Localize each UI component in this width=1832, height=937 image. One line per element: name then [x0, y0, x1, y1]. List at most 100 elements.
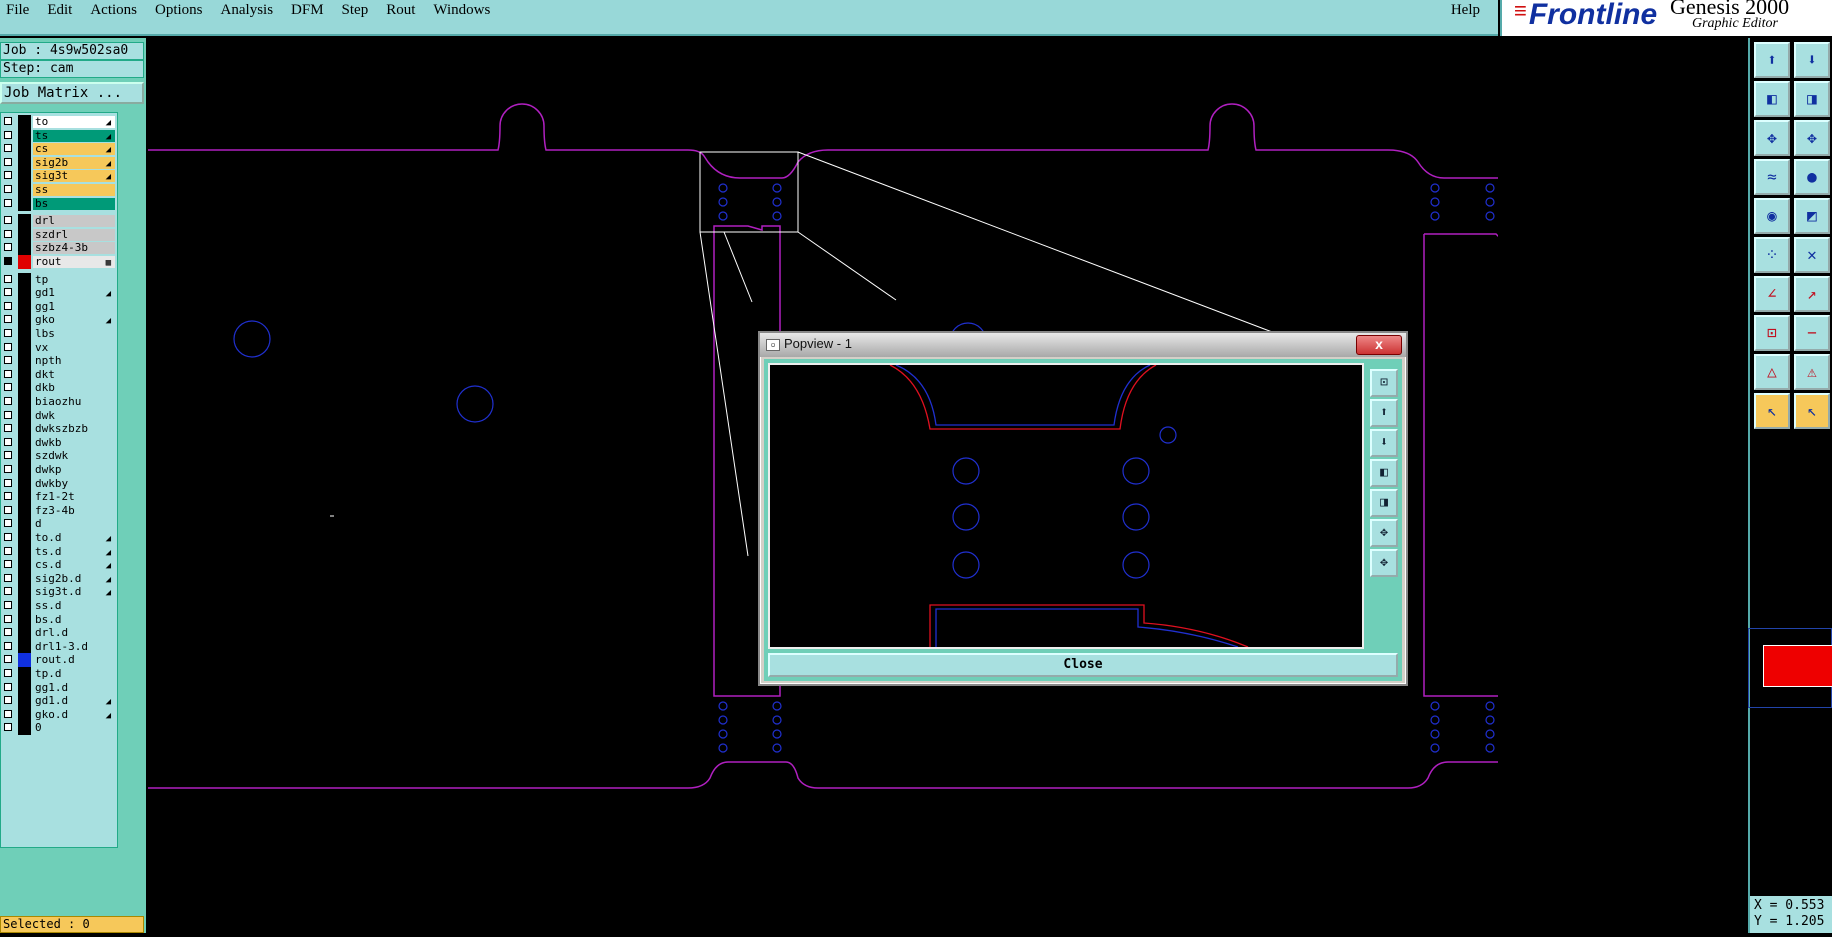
layer-row[interactable]: cs ◢	[1, 142, 119, 157]
layer-checkbox[interactable]	[4, 465, 12, 473]
layer-name[interactable]: vx	[33, 341, 115, 354]
layer-name[interactable]: fz3-4b	[33, 504, 115, 517]
measure-button[interactable]: ◩	[1794, 198, 1830, 234]
layer-checkbox[interactable]	[4, 573, 12, 582]
layer-row[interactable]: dkt	[1, 367, 119, 382]
layer-row[interactable]: lbs	[1, 327, 119, 341]
layer-checkbox[interactable]	[4, 274, 12, 283]
layer-color-swatch[interactable]	[18, 395, 31, 409]
layer-color-swatch[interactable]	[18, 571, 31, 586]
layer-color-swatch[interactable]	[18, 490, 31, 505]
layer-name[interactable]: sig2b.d ◢	[33, 572, 115, 585]
layer-name[interactable]: cs ◢	[33, 143, 115, 156]
layer-row[interactable]: gd1.d ◢	[1, 694, 119, 709]
layer-name[interactable]: npth	[33, 355, 115, 368]
layer-checkbox[interactable]	[4, 229, 12, 238]
layer-row[interactable]: dwk	[1, 408, 119, 423]
layer-row[interactable]: 0	[1, 721, 119, 736]
layer-row[interactable]: drl.d	[1, 626, 119, 641]
snap-button[interactable]: ◉	[1754, 198, 1790, 234]
popview-titlebar[interactable]: ▫ Popview - 1 x	[760, 333, 1406, 357]
pan-left-button[interactable]: ◧	[1754, 81, 1790, 117]
layer-checkbox[interactable]	[4, 315, 12, 324]
layer-checkbox[interactable]	[4, 587, 12, 596]
layer-checkbox[interactable]	[4, 533, 12, 541]
layer-name[interactable]: dwkszbzb	[33, 423, 115, 436]
layer-color-swatch[interactable]	[18, 196, 31, 211]
layer-name[interactable]: szdrl	[33, 228, 115, 241]
layer-color-swatch[interactable]	[18, 313, 31, 328]
pin-button[interactable]: ●	[1794, 159, 1830, 195]
layer-color-swatch[interactable]	[18, 707, 31, 722]
layer-row[interactable]: bs.d	[1, 612, 119, 627]
layer-checkbox[interactable]	[4, 130, 12, 139]
layer-color-swatch[interactable]	[18, 381, 31, 396]
layer-color-swatch[interactable]	[18, 115, 31, 129]
layer-row[interactable]: gg1	[1, 299, 119, 314]
layer-row[interactable]: fz3-4b	[1, 503, 119, 518]
layer-color-swatch[interactable]	[18, 169, 31, 184]
pv-right-button[interactable]: ◨	[1370, 489, 1398, 517]
layer-checkbox[interactable]	[4, 696, 12, 705]
layer-row[interactable]: gko.d ◢	[1, 707, 119, 722]
layer-color-swatch[interactable]	[18, 639, 31, 654]
layer-row[interactable]: sig2b ◢	[1, 155, 119, 170]
menu-options[interactable]: Options	[155, 0, 203, 20]
layer-color-swatch[interactable]	[18, 142, 31, 157]
layer-name[interactable]: dwkby	[33, 477, 115, 490]
layer-name[interactable]: tp.d	[33, 668, 115, 680]
layer-name[interactable]: ss	[33, 184, 115, 196]
layer-color-swatch[interactable]	[18, 599, 31, 613]
layer-color-swatch[interactable]	[18, 476, 31, 491]
layer-name[interactable]: gd1.d ◢	[33, 695, 115, 708]
home-button[interactable]: ✥	[1794, 120, 1830, 156]
layer-checkbox[interactable]	[4, 560, 12, 569]
layer-color-swatch[interactable]	[18, 354, 31, 369]
layer-checkbox[interactable]	[4, 216, 12, 225]
layer-name[interactable]: d	[33, 518, 115, 531]
layer-color-swatch[interactable]	[18, 544, 31, 559]
layer-name[interactable]: drl.d	[33, 627, 115, 640]
layer-color-swatch[interactable]	[18, 272, 31, 287]
layer-checkbox[interactable]	[4, 669, 12, 677]
layer-checkbox[interactable]	[4, 117, 12, 125]
layer-checkbox[interactable]	[4, 451, 12, 460]
layer-name[interactable]: ts ◢	[33, 129, 115, 142]
layer-row[interactable]: gko ◢	[1, 313, 119, 328]
layer-name[interactable]: drl	[33, 215, 115, 228]
overview-thumbnail[interactable]	[1748, 628, 1832, 708]
layer-name[interactable]: gko.d ◢	[33, 708, 115, 721]
layer-color-swatch[interactable]	[18, 503, 31, 518]
layer-checkbox[interactable]	[4, 198, 12, 207]
pv-up-button[interactable]: ⬆	[1370, 399, 1398, 427]
route-button[interactable]: ≈	[1754, 159, 1790, 195]
layer-checkbox[interactable]	[4, 383, 12, 392]
layer-color-swatch[interactable]	[18, 286, 31, 301]
layer-checkbox[interactable]	[4, 144, 12, 153]
layer-row[interactable]: tp.d	[1, 667, 119, 681]
layer-row[interactable]: sig3t ◢	[1, 169, 119, 184]
layer-name[interactable]: szbz4-3b	[33, 242, 115, 255]
layer-name[interactable]: gko ◢	[33, 314, 115, 327]
menu-windows[interactable]: Windows	[433, 0, 490, 20]
layer-name[interactable]: fz1-2t	[33, 491, 115, 504]
layer-color-swatch[interactable]	[18, 408, 31, 423]
layer-checkbox[interactable]	[4, 356, 12, 365]
layer-color-swatch[interactable]	[18, 517, 31, 532]
layer-row[interactable]: dwkb	[1, 435, 119, 450]
layer-name[interactable]: drl1-3.d	[33, 640, 115, 653]
popview-close-button[interactable]: Close	[768, 653, 1398, 677]
layer-row[interactable]: gd1 ◢	[1, 286, 119, 301]
layer-name[interactable]: sig3t ◢	[33, 170, 115, 183]
layer-row[interactable]: szdwk	[1, 449, 119, 464]
layer-color-swatch[interactable]	[18, 241, 31, 256]
layer-name[interactable]: tp	[33, 273, 115, 286]
pv-center-button[interactable]: ✥	[1370, 549, 1398, 577]
pan-right-button[interactable]: ◨	[1794, 81, 1830, 117]
menu-file[interactable]: File	[6, 0, 29, 20]
layer-checkbox[interactable]	[4, 437, 12, 446]
layer-checkbox[interactable]	[4, 628, 12, 637]
layer-checkbox[interactable]	[4, 709, 12, 718]
layer-row[interactable]: sig2b.d ◢	[1, 571, 119, 586]
layer-color-swatch[interactable]	[18, 585, 31, 600]
